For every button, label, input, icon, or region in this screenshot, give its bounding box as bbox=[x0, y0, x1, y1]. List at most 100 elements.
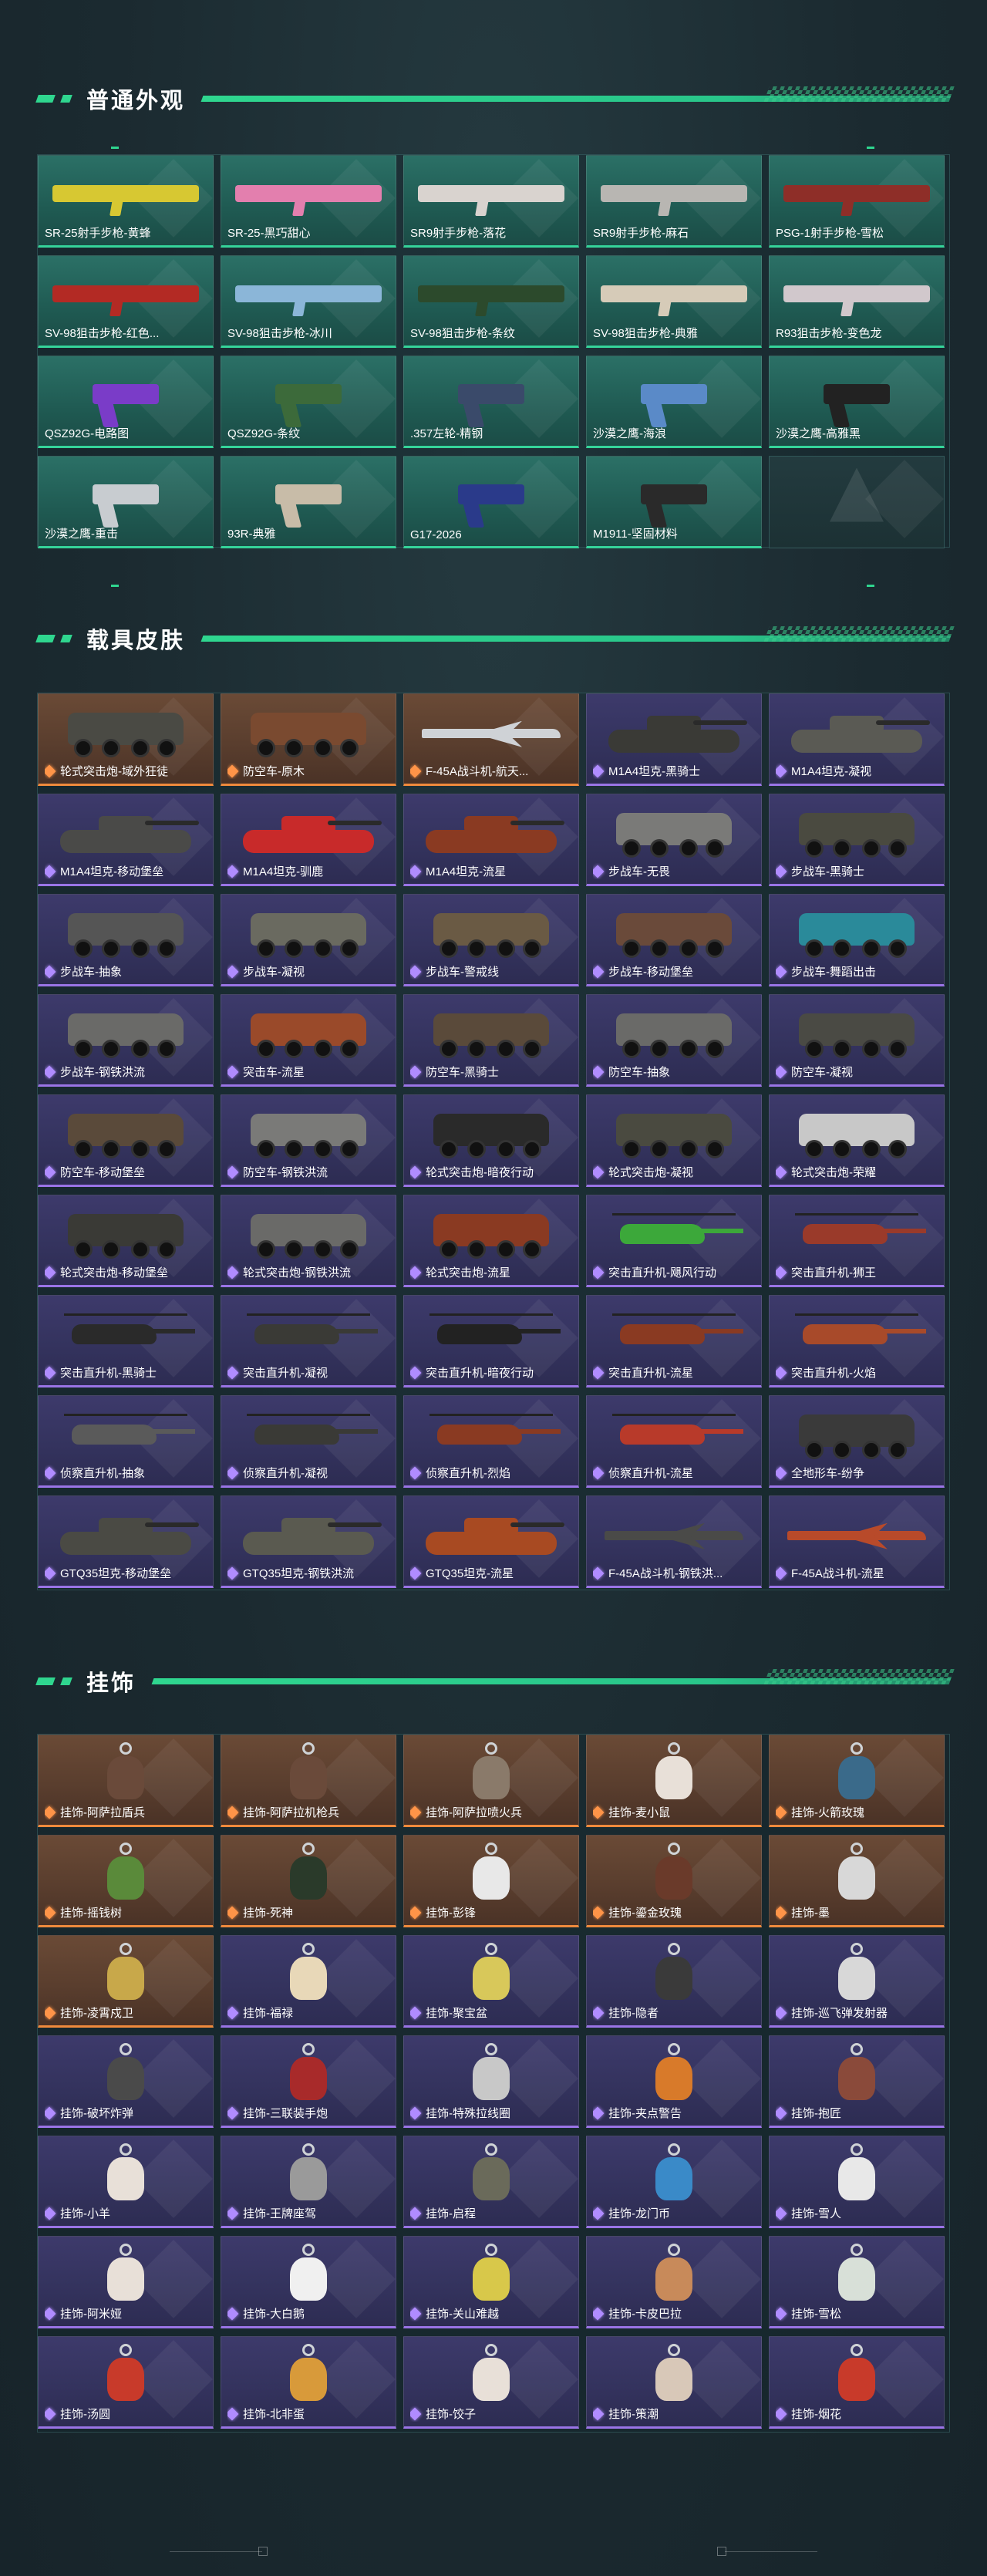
item-card[interactable]: 突击直升机-飓风行动 bbox=[586, 1195, 762, 1287]
item-card[interactable]: 挂饰-阿萨拉喷火兵 bbox=[403, 1735, 579, 1827]
item-card[interactable]: 挂饰-摇钱树 bbox=[38, 1835, 214, 1927]
item-card[interactable]: 防空车-凝视 bbox=[769, 994, 945, 1087]
item-card[interactable]: SV-98狙击步枪-条纹 bbox=[403, 255, 579, 348]
item-card[interactable]: 轮式突击炮-荣耀 bbox=[769, 1094, 945, 1187]
item-card[interactable]: 挂饰-龙门币 bbox=[586, 2136, 762, 2228]
item-card[interactable]: 侦察直升机-抽象 bbox=[38, 1395, 214, 1488]
item-card[interactable]: 步战车-凝视 bbox=[221, 894, 396, 986]
item-card[interactable]: 挂饰-抱匠 bbox=[769, 2035, 945, 2128]
item-card[interactable]: 挂饰-聚宝盆 bbox=[403, 1935, 579, 2028]
item-card[interactable]: 挂饰-烟花 bbox=[769, 2336, 945, 2429]
item-card[interactable]: 全地形车-纷争 bbox=[769, 1395, 945, 1488]
item-card[interactable]: 挂饰-雪人 bbox=[769, 2136, 945, 2228]
item-card[interactable]: M1A4坦克-移动堡垒 bbox=[38, 794, 214, 886]
item-card[interactable]: 步战车-无畏 bbox=[586, 794, 762, 886]
item-card[interactable]: SV-98狙击步枪-典雅 bbox=[586, 255, 762, 348]
item-card[interactable]: 突击直升机-黑骑士 bbox=[38, 1295, 214, 1387]
item-card[interactable]: F-45A战斗机-钢铁洪... bbox=[586, 1495, 762, 1588]
item-card[interactable]: GTQ35坦克-移动堡垒 bbox=[38, 1495, 214, 1588]
item-card[interactable]: SR9射手步枪-麻石 bbox=[586, 155, 762, 248]
item-card[interactable]: 轮式突击炮-流星 bbox=[403, 1195, 579, 1287]
item-card[interactable]: SR-25射手步枪-黄蜂 bbox=[38, 155, 214, 248]
item-card[interactable]: 轮式突击炮-暗夜行动 bbox=[403, 1094, 579, 1187]
item-card[interactable]: 挂饰-彭锋 bbox=[403, 1835, 579, 1927]
item-card[interactable]: 挂饰-福禄 bbox=[221, 1935, 396, 2028]
item-card[interactable]: R93狙击步枪-变色龙 bbox=[769, 255, 945, 348]
item-card[interactable]: 挂饰-饺子 bbox=[403, 2336, 579, 2429]
item-card[interactable]: M1A4坦克-驯鹿 bbox=[221, 794, 396, 886]
item-card[interactable]: 挂饰-隐者 bbox=[586, 1935, 762, 2028]
item-card[interactable]: 轮式突击炮-移动堡垒 bbox=[38, 1195, 214, 1287]
item-card[interactable]: 步战车-黑骑士 bbox=[769, 794, 945, 886]
item-card[interactable]: M1A4坦克-流星 bbox=[403, 794, 579, 886]
item-card[interactable]: 步战车-钢铁洪流 bbox=[38, 994, 214, 1087]
item-card[interactable]: QSZ92G-电路图 bbox=[38, 356, 214, 448]
item-card[interactable]: 挂饰-巡飞弹发射器 bbox=[769, 1935, 945, 2028]
item-card[interactable]: 侦察直升机-烈焰 bbox=[403, 1395, 579, 1488]
item-card[interactable]: SR9射手步枪-落花 bbox=[403, 155, 579, 248]
item-card[interactable]: 轮式突击炮-钢铁洪流 bbox=[221, 1195, 396, 1287]
item-card[interactable]: 步战车-抽象 bbox=[38, 894, 214, 986]
item-card[interactable]: 挂饰-汤圆 bbox=[38, 2336, 214, 2429]
item-card[interactable]: 突击直升机-凝视 bbox=[221, 1295, 396, 1387]
item-card[interactable]: 防空车-原木 bbox=[221, 693, 396, 786]
item-card[interactable]: GTQ35坦克-钢铁洪流 bbox=[221, 1495, 396, 1588]
item-card[interactable]: G17-2026 bbox=[403, 456, 579, 548]
item-card[interactable]: 挂饰-鎏金玫瑰 bbox=[586, 1835, 762, 1927]
item-card[interactable]: 挂饰-小羊 bbox=[38, 2136, 214, 2228]
item-card[interactable]: 防空车-黑骑士 bbox=[403, 994, 579, 1087]
item-card[interactable]: F-45A战斗机-航天... bbox=[403, 693, 579, 786]
item-card[interactable]: 挂饰-特殊拉线圈 bbox=[403, 2035, 579, 2128]
item-card[interactable]: 挂饰-火箭玫瑰 bbox=[769, 1735, 945, 1827]
item-card[interactable]: 挂饰-死神 bbox=[221, 1835, 396, 1927]
item-card[interactable]: .357左轮-精钢 bbox=[403, 356, 579, 448]
item-card[interactable]: 挂饰-大白鹅 bbox=[221, 2236, 396, 2328]
item-card[interactable]: F-45A战斗机-流星 bbox=[769, 1495, 945, 1588]
item-card[interactable]: 93R-典雅 bbox=[221, 456, 396, 548]
item-card[interactable]: 挂饰-北非蛋 bbox=[221, 2336, 396, 2429]
item-card[interactable]: SV-98狙击步枪-红色... bbox=[38, 255, 214, 348]
item-card[interactable]: 突击直升机-暗夜行动 bbox=[403, 1295, 579, 1387]
item-card[interactable]: 挂饰-凌霄戍卫 bbox=[38, 1935, 214, 2028]
item-card[interactable]: 轮式突击炮-凝视 bbox=[586, 1094, 762, 1187]
item-card[interactable]: 挂饰-墨 bbox=[769, 1835, 945, 1927]
item-card[interactable]: 挂饰-雪松 bbox=[769, 2236, 945, 2328]
item-card[interactable]: M1911-坚固材料 bbox=[586, 456, 762, 548]
item-card[interactable]: 步战车-移动堡垒 bbox=[586, 894, 762, 986]
item-card[interactable]: 防空车-钢铁洪流 bbox=[221, 1094, 396, 1187]
item-card[interactable]: 挂饰-关山难越 bbox=[403, 2236, 579, 2328]
item-card[interactable]: 沙漠之鹰-高雅黑 bbox=[769, 356, 945, 448]
item-card[interactable]: 挂饰-麦小鼠 bbox=[586, 1735, 762, 1827]
item-card[interactable]: 突击车-流星 bbox=[221, 994, 396, 1087]
item-card[interactable]: 侦察直升机-凝视 bbox=[221, 1395, 396, 1488]
item-card[interactable]: 挂饰-阿米娅 bbox=[38, 2236, 214, 2328]
item-card[interactable]: 步战车-舞蹈出击 bbox=[769, 894, 945, 986]
item-card[interactable]: 挂饰-王牌座驾 bbox=[221, 2136, 396, 2228]
item-card[interactable]: 侦察直升机-流星 bbox=[586, 1395, 762, 1488]
item-card[interactable]: 挂饰-阿萨拉盾兵 bbox=[38, 1735, 214, 1827]
item-card[interactable]: 步战车-警戒线 bbox=[403, 894, 579, 986]
item-card[interactable]: 挂饰-阿萨拉机枪兵 bbox=[221, 1735, 396, 1827]
item-card[interactable]: GTQ35坦克-流星 bbox=[403, 1495, 579, 1588]
item-card[interactable]: QSZ92G-条纹 bbox=[221, 356, 396, 448]
item-card[interactable]: 突击直升机-狮王 bbox=[769, 1195, 945, 1287]
item-card[interactable]: 挂饰-夹点警告 bbox=[586, 2035, 762, 2128]
item-card[interactable]: 突击直升机-流星 bbox=[586, 1295, 762, 1387]
item-card[interactable]: 突击直升机-火焰 bbox=[769, 1295, 945, 1387]
item-card[interactable]: 沙漠之鹰-重击 bbox=[38, 456, 214, 548]
item-card[interactable]: 防空车-移动堡垒 bbox=[38, 1094, 214, 1187]
item-card[interactable]: 防空车-抽象 bbox=[586, 994, 762, 1087]
item-card[interactable]: 挂饰-破坏炸弹 bbox=[38, 2035, 214, 2128]
helicopter-shape bbox=[422, 1412, 561, 1455]
item-card[interactable]: 挂饰-策潮 bbox=[586, 2336, 762, 2429]
item-card[interactable]: 轮式突击炮-域外狂徒 bbox=[38, 693, 214, 786]
item-card[interactable]: M1A4坦克-凝视 bbox=[769, 693, 945, 786]
item-card[interactable]: 挂饰-三联装手炮 bbox=[221, 2035, 396, 2128]
item-card[interactable]: SV-98狙击步枪-冰川 bbox=[221, 255, 396, 348]
item-card[interactable]: 沙漠之鹰-海浪 bbox=[586, 356, 762, 448]
item-card[interactable]: 挂饰-卡皮巴拉 bbox=[586, 2236, 762, 2328]
item-card[interactable]: 挂饰-启程 bbox=[403, 2136, 579, 2228]
item-card[interactable]: M1A4坦克-黑骑士 bbox=[586, 693, 762, 786]
item-card[interactable]: SR-25-黑巧甜心 bbox=[221, 155, 396, 248]
item-card[interactable]: PSG-1射手步枪-雪松 bbox=[769, 155, 945, 248]
